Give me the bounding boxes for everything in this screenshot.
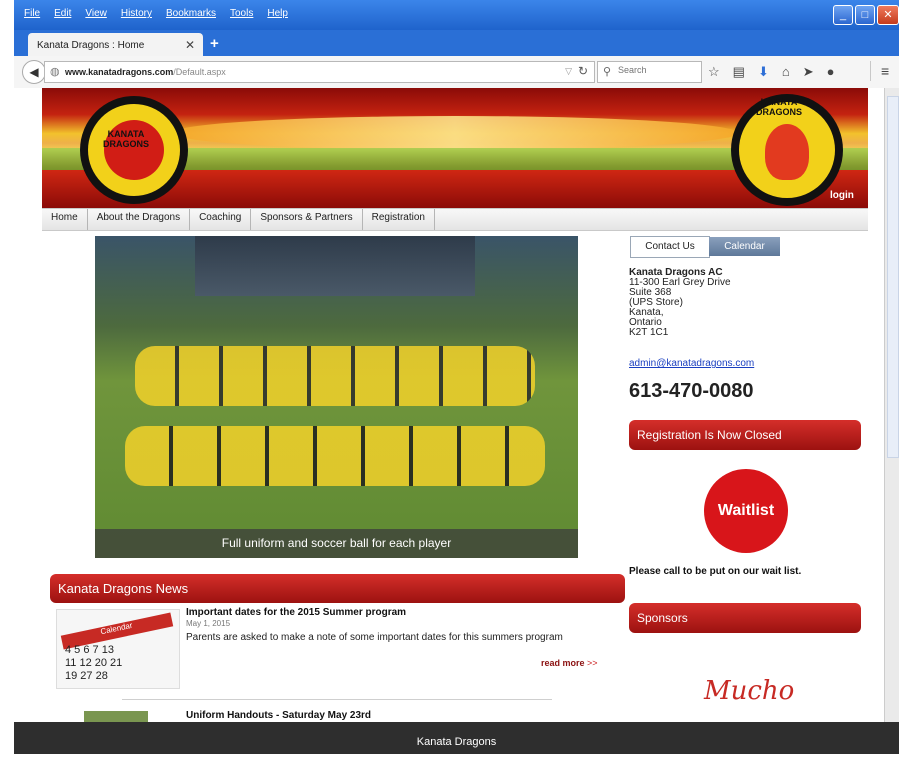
logo-text-right: KANATA DRAGONS [755,97,802,117]
minimize-button[interactable]: _ [833,5,853,25]
news-item-date: May 1, 2015 [186,619,231,628]
calendar-numbers: 4 5 6 7 13 11 12 20 21 19 27 28 [65,644,123,682]
photo-building [195,236,475,296]
new-tab-button[interactable]: + [210,35,219,52]
contact-block: Kanata Dragons AC 11-300 Earl Grey Drive… [629,268,731,338]
close-tab-icon[interactable]: ✕ [185,38,195,52]
photo-players-front-row [125,426,545,486]
news-item-title[interactable]: Important dates for the 2015 Summer prog… [186,607,406,618]
sponsor-logo[interactable]: Mucho [704,676,794,706]
waitlist-note: Please call to be put on our wait list. [629,566,802,577]
bookmark-star-icon[interactable]: ☆ [708,64,720,80]
back-button[interactable]: ◀ [22,60,46,84]
nav-about[interactable]: About the Dragons [88,209,191,230]
menu-view[interactable]: View [85,8,107,19]
news-divider [122,699,552,700]
url-domain: www.kanatadragons.com [65,67,174,77]
web-page: KANATA DRAGONS KANATA DRAGONS login Home… [14,88,884,754]
toolbar-separator [870,61,871,81]
url-bar[interactable]: ◍ www.kanatadragons.com/Default.aspx ▽ ↻ [44,61,595,83]
logo-text-left: KANATA DRAGONS [102,129,149,149]
nav-registration[interactable]: Registration [363,209,435,230]
globe-icon: ◍ [50,66,60,78]
send-icon[interactable]: ➤ [803,64,814,80]
menu-hamburger-icon[interactable]: ≡ [881,63,889,79]
reading-list-icon[interactable]: ▤ [733,64,745,80]
home-icon[interactable]: ⌂ [782,64,790,80]
reload-icon[interactable]: ↻ [578,64,588,78]
browser-window: File Edit View History Bookmarks Tools H… [14,0,899,754]
menu-bar: File Edit View History Bookmarks Tools H… [14,0,899,30]
site-footer: Kanata Dragons [14,722,899,754]
scrollbar-thumb[interactable] [887,96,899,458]
url-path: /Default.aspx [173,67,226,77]
news-item-text: Parents are asked to make a note of some… [186,632,563,643]
tab-title: Kanata Dragons : Home [37,40,145,51]
tab-calendar[interactable]: Calendar [709,237,780,256]
menu-bookmarks[interactable]: Bookmarks [166,8,216,19]
navigation-toolbar: ◀ ◍ www.kanatadragons.com/Default.aspx ▽… [14,56,899,89]
contact-phone: 613-470-0080 [629,380,754,402]
dropdown-arrow-icon[interactable]: ▽ [565,66,572,77]
read-more-link[interactable]: read more >> [541,658,598,668]
dragons-logo-right: KANATA DRAGONS [731,94,843,206]
download-icon[interactable]: ⬇ [758,64,769,80]
close-window-button[interactable]: ✕ [877,5,899,25]
read-more-label: read more [541,658,585,668]
sponsors-heading: Sponsors [629,603,861,633]
tab-home[interactable]: Kanata Dragons : Home ✕ [28,33,203,56]
page-scrollbar[interactable] [884,88,899,754]
search-icon: ⚲ [603,66,612,78]
menu-file[interactable]: File [24,8,40,19]
menu-help[interactable]: Help [267,8,288,19]
tab-contact-us[interactable]: Contact Us [630,236,710,258]
menu-edit[interactable]: Edit [54,8,71,19]
nav-home[interactable]: Home [42,209,88,230]
tab-strip: Kanata Dragons : Home ✕ + [14,30,899,56]
menu-tools[interactable]: Tools [230,8,253,19]
registration-heading: Registration Is Now Closed [629,420,861,450]
banner-fire-streak [172,116,738,150]
waitlist-button[interactable]: Waitlist [704,469,788,553]
search-box[interactable]: ⚲ [597,61,702,83]
chat-icon[interactable]: ● [827,64,835,80]
menu-history[interactable]: History [121,8,152,19]
dragons-logo-left[interactable]: KANATA DRAGONS [80,96,188,204]
contact-email-link[interactable]: admin@kanatadragons.com [629,358,754,369]
search-input[interactable] [616,64,700,76]
site-nav: Home About the Dragons Coaching Sponsors… [42,208,868,231]
address-line: K2T 1C1 [629,327,669,338]
photo-players-back-row [135,346,535,406]
maximize-button[interactable]: □ [855,5,875,25]
calendar-image: Calendar 4 5 6 7 13 11 12 20 21 19 27 28 [56,609,180,689]
site-banner: KANATA DRAGONS KANATA DRAGONS login [42,88,868,208]
read-more-arrow: >> [587,658,598,668]
login-link[interactable]: login [830,190,854,201]
nav-coaching[interactable]: Coaching [190,209,252,230]
news-item-title-2[interactable]: Uniform Handouts - Saturday May 23rd [186,710,371,721]
nav-sponsors[interactable]: Sponsors & Partners [251,209,363,230]
news-heading: Kanata Dragons News [50,574,625,603]
team-photo: Full uniform and soccer ball for each pl… [95,236,578,558]
photo-caption: Full uniform and soccer ball for each pl… [95,529,578,558]
